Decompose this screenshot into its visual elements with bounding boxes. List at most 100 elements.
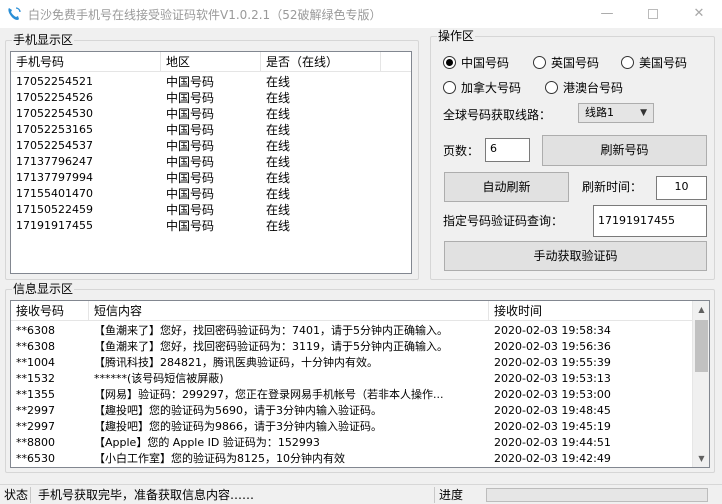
sms-vertical-scrollbar[interactable]: ▲ ▼	[692, 301, 709, 467]
phone-display-legend: 手机显示区	[12, 33, 75, 47]
radio-dot	[621, 56, 634, 69]
column-sms-content[interactable]: 短信内容	[89, 301, 489, 321]
column-receive-time[interactable]: 接收时间	[489, 301, 694, 321]
receive-time-cell: 2020-02-03 19:58:34	[494, 324, 611, 337]
radio-uk[interactable]: 英国号码	[533, 55, 599, 71]
status-separator	[30, 487, 31, 503]
window-title: 白沙免费手机号在线接受验证码软件V1.0.2.1（52破解绿色专版）	[28, 8, 382, 22]
sms-list-row[interactable]: **1355 【网易】验证码：299297，您正在登录网易手机帐号（若非本人操作.…	[11, 387, 694, 403]
region-cell: 中国号码	[166, 155, 215, 169]
phone-list-row[interactable]: 17052254521 中国号码 在线	[11, 74, 411, 90]
sms-list-row[interactable]: **8800 【Apple】您的 Apple ID 验证码为：152993 2020…	[11, 435, 694, 451]
progress-label: 进度	[439, 488, 464, 502]
receiver-cell: **1004	[16, 356, 55, 369]
status-bar: 状态 手机号获取完毕，准备获取信息内容…… 进度	[0, 484, 722, 504]
receiver-cell: **1355	[16, 388, 55, 401]
region-cell: 中国号码	[166, 107, 215, 121]
phone-number-cell: 17137796247	[16, 155, 93, 168]
maximize-icon	[648, 8, 658, 19]
online-status-cell: 在线	[266, 155, 291, 169]
phone-number-cell: 17052254530	[16, 107, 93, 120]
app-phone-icon	[8, 7, 21, 20]
radio-dot	[533, 56, 546, 69]
route-select-value: 线路1	[585, 106, 614, 119]
radio-dot	[443, 56, 456, 69]
info-display-legend: 信息显示区	[12, 282, 75, 296]
column-receiver[interactable]: 接收号码	[11, 301, 89, 321]
phone-list-header: 手机号码 地区 是否（在线）	[11, 52, 411, 72]
online-status-cell: 在线	[266, 107, 291, 121]
status-separator	[434, 487, 435, 503]
radio-canada[interactable]: 加拿大号码	[443, 80, 521, 96]
column-online[interactable]: 是否（在线）	[261, 52, 381, 72]
phone-number-cell: 17052253165	[16, 123, 93, 136]
radio-hk-macau-taiwan[interactable]: 港澳台号码	[545, 80, 623, 96]
online-status-cell: 在线	[266, 123, 291, 137]
auto-refresh-button[interactable]: 自动刷新	[444, 172, 569, 202]
region-cell: 中国号码	[166, 171, 215, 185]
column-region[interactable]: 地区	[161, 52, 261, 72]
phone-list-row[interactable]: 17137797994 中国号码 在线	[11, 170, 411, 186]
sms-content-cell: 【鱼潮来了】您好，找回密码验证码为：3119，请于5分钟内正确输入。	[94, 340, 448, 353]
status-text: 手机号获取完毕，准备获取信息内容……	[38, 488, 255, 502]
route-select[interactable]: 线路1 ▼	[578, 103, 654, 123]
region-cell: 中国号码	[166, 75, 215, 89]
phone-list-row[interactable]: 17137796247 中国号码 在线	[11, 154, 411, 170]
receiver-cell: **1532	[16, 372, 55, 385]
page-input[interactable]: 6	[485, 138, 530, 162]
refresh-numbers-button[interactable]: 刷新号码	[542, 135, 707, 166]
phone-list-row[interactable]: 17052254530 中国号码 在线	[11, 106, 411, 122]
region-cell: 中国号码	[166, 123, 215, 137]
scroll-thumb[interactable]	[695, 320, 708, 372]
refresh-time-input[interactable]: 10	[656, 176, 707, 200]
radio-uk-label: 英国号码	[551, 56, 600, 70]
sms-list-row[interactable]: **1532 ******(该号码短信被屏蔽) 2020-02-03 19:53:1…	[11, 371, 694, 387]
receive-time-cell: 2020-02-03 19:48:45	[494, 404, 611, 417]
radio-canada-label: 加拿大号码	[461, 81, 522, 95]
query-number-input[interactable]: 17191917455	[593, 205, 707, 237]
radio-usa-label: 美国号码	[639, 56, 688, 70]
column-phone-number[interactable]: 手机号码	[11, 52, 161, 72]
phone-number-cell: 17155401470	[16, 187, 93, 200]
sms-content-cell: 【趣投吧】您的验证码为5690，请于3分钟内输入验证码。	[94, 404, 382, 417]
phone-list-row[interactable]: 17191917455 中国号码 在线	[11, 218, 411, 234]
title-bar: 白沙免费手机号在线接受验证码软件V1.0.2.1（52破解绿色专版） — ✕	[0, 0, 722, 28]
phone-list[interactable]: 手机号码 地区 是否（在线） 17052254521 中国号码 在线 17052254…	[10, 51, 412, 274]
phone-number-cell: 17052254526	[16, 91, 93, 104]
sms-content-cell: ******(该号码短信被屏蔽)	[94, 372, 224, 385]
scroll-down-icon[interactable]: ▼	[693, 450, 709, 467]
refresh-time-label: 刷新时间：	[582, 180, 643, 194]
maximize-button[interactable]	[630, 0, 676, 28]
phone-list-row[interactable]: 17052254537 中国号码 在线	[11, 138, 411, 154]
sms-content-cell: 【小白工作室】您的验证码为8125，10分钟内有效	[94, 452, 345, 465]
radio-hk-macau-taiwan-label: 港澳台号码	[563, 81, 624, 95]
scroll-up-icon[interactable]: ▲	[693, 301, 709, 318]
phone-number-cell: 17150522459	[16, 203, 93, 216]
phone-list-row[interactable]: 17155401470 中国号码 在线	[11, 186, 411, 202]
phone-list-row[interactable]: 17150522459 中国号码 在线	[11, 202, 411, 218]
sms-list-row[interactable]: **6308 【鱼潮来了】您好，找回密码验证码为：7401，请于5分钟内正确输入。…	[11, 323, 694, 339]
sms-list-row[interactable]: **2997 【趣投吧】您的验证码为9866，请于3分钟内输入验证码。 2020-0…	[11, 419, 694, 435]
radio-usa[interactable]: 美国号码	[621, 55, 687, 71]
receiver-cell: **6308	[16, 324, 55, 337]
receive-time-cell: 2020-02-03 19:42:49	[494, 452, 611, 465]
query-label: 指定号码验证码查询：	[443, 214, 564, 228]
phone-list-row[interactable]: 17052254526 中国号码 在线	[11, 90, 411, 106]
online-status-cell: 在线	[266, 203, 291, 217]
online-status-cell: 在线	[266, 219, 291, 233]
minimize-button[interactable]: —	[584, 0, 630, 28]
sms-content-cell: 【Apple】您的 Apple ID 验证码为：152993	[94, 436, 320, 449]
sms-list-row[interactable]: **1004 【腾讯科技】284821，腾讯医典验证码，十分钟内有效。 2020-0…	[11, 355, 694, 371]
radio-china[interactable]: 中国号码	[443, 55, 509, 71]
online-status-cell: 在线	[266, 187, 291, 201]
sms-list-row[interactable]: **6530 【小白工作室】您的验证码为8125，10分钟内有效 2020-02-0…	[11, 451, 694, 467]
phone-list-row[interactable]: 17052253165 中国号码 在线	[11, 122, 411, 138]
sms-list[interactable]: 接收号码 短信内容 接收时间 **6308 【鱼潮来了】您好，找回密码验证码为：7…	[10, 300, 710, 468]
close-button[interactable]: ✕	[676, 0, 722, 28]
manual-fetch-code-button[interactable]: 手动获取验证码	[444, 241, 707, 271]
sms-list-row[interactable]: **2997 【趣投吧】您的验证码为5690，请于3分钟内输入验证码。 2020-0…	[11, 403, 694, 419]
receiver-cell: **6308	[16, 340, 55, 353]
online-status-cell: 在线	[266, 91, 291, 105]
sms-content-cell: 【网易】验证码：299297，您正在登录网易手机帐号（若非本人操作...	[94, 388, 444, 401]
sms-list-row[interactable]: **6308 【鱼潮来了】您好，找回密码验证码为：3119，请于5分钟内正确输入。…	[11, 339, 694, 355]
